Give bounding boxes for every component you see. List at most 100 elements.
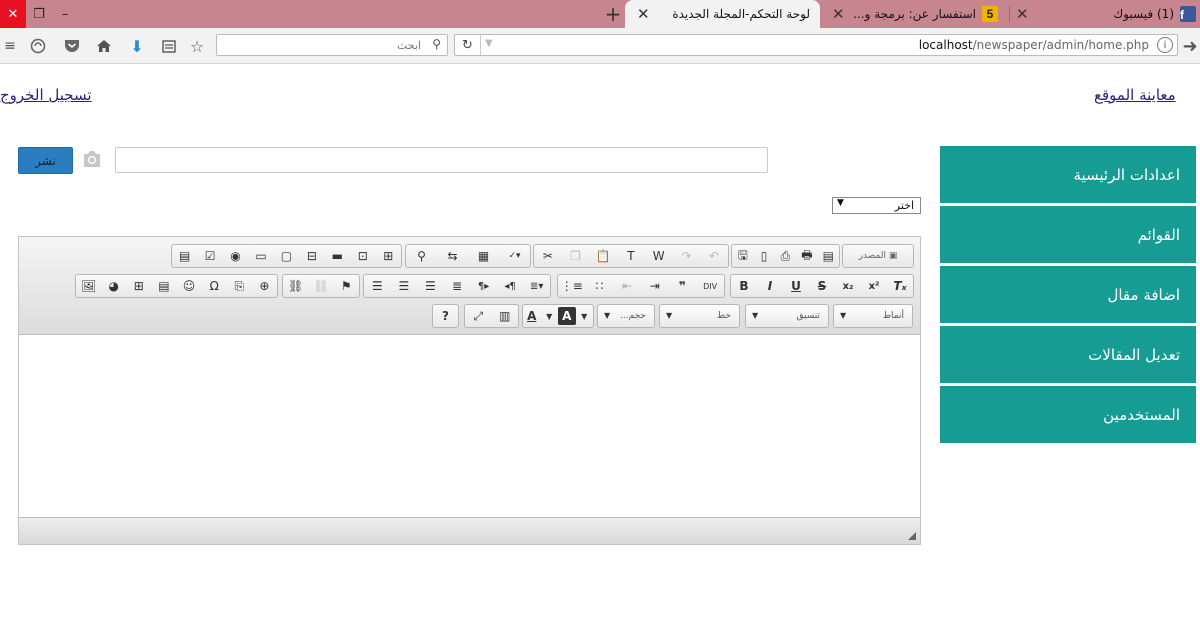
anchor-icon[interactable]: ⚑ (337, 277, 355, 295)
spellcheck-icon[interactable]: ✓▾ (506, 247, 524, 265)
preview-icon[interactable]: ⎙ (776, 247, 794, 265)
maximize-icon[interactable]: ⤢ (469, 307, 487, 325)
replace-icon[interactable]: ⇆ (444, 247, 462, 265)
chevron-down-icon[interactable]: ▼ (576, 307, 594, 325)
flash-icon[interactable]: ◕ (105, 277, 123, 295)
editor-content-area[interactable] (19, 335, 920, 517)
category-select[interactable]: اختر ▼ (832, 197, 921, 214)
paste-word-icon[interactable]: W (650, 247, 668, 265)
button-field-icon[interactable]: ▬ (328, 247, 346, 265)
radio-icon[interactable]: ◉ (227, 247, 245, 265)
tab-forum[interactable]: 5 استفسار عن: برمجة و... ✕ (828, 0, 1010, 28)
subscript-icon[interactable]: x₂ (839, 277, 857, 295)
table-icon[interactable]: ⊞ (130, 277, 148, 295)
pocket-icon[interactable] (62, 36, 82, 56)
tab-facebook[interactable]: f (1) فيسبوك ✕ (1012, 0, 1200, 28)
home-icon[interactable] (94, 36, 114, 56)
bookmark-star-icon[interactable]: ☆ (187, 36, 207, 56)
address-bar[interactable]: ↻ ▼ localhost/newspaper/admin/home.php i (454, 34, 1178, 56)
textarea-icon[interactable]: ▢ (277, 247, 295, 265)
remove-format-icon[interactable]: Tₓ (891, 277, 909, 295)
sidebar-item-add-article[interactable]: اضافة مقال (940, 266, 1196, 323)
minimize-window-icon[interactable]: – (54, 0, 76, 28)
ltr-icon[interactable]: ¶▸ (475, 277, 493, 295)
language-icon[interactable]: ≣▾ (528, 277, 546, 295)
form-icon[interactable]: ▤ (176, 247, 194, 265)
select-field-icon[interactable]: ⊟ (303, 247, 321, 265)
cut-icon[interactable]: ✂ (539, 247, 557, 265)
superscript-icon[interactable]: x² (865, 277, 883, 295)
publish-button[interactable]: نشر (18, 147, 73, 174)
underline-icon[interactable]: U (787, 277, 805, 295)
hidden-field-icon[interactable]: ⊞ (379, 247, 397, 265)
align-left-icon[interactable]: ☰ (368, 277, 386, 295)
redo-icon[interactable]: ↷ (677, 247, 695, 265)
article-title-input[interactable] (115, 147, 768, 173)
chevron-down-icon[interactable]: ▼ (485, 38, 493, 49)
image-icon[interactable]: 🖼 (80, 277, 98, 295)
size-combo[interactable]: حجم... ▼ (597, 304, 655, 328)
reading-list-icon[interactable] (159, 36, 179, 56)
reload-icon[interactable]: ↻ (455, 35, 481, 55)
rtl-icon[interactable]: ◂¶ (501, 277, 519, 295)
indent-icon[interactable]: ⇥ (646, 277, 664, 295)
align-right-icon[interactable]: ☰ (421, 277, 439, 295)
preview-site-link[interactable]: معاينة الموقع (1094, 86, 1176, 104)
strikethrough-icon[interactable]: S (813, 277, 831, 295)
print-icon[interactable]: 🖶 (798, 247, 816, 265)
paste-text-icon[interactable]: T (622, 247, 640, 265)
unlink-icon[interactable]: ⛓ (312, 277, 330, 295)
download-icon[interactable]: ⬇ (127, 36, 147, 56)
numbered-list-icon[interactable]: ⋮≡ (561, 277, 583, 295)
font-combo[interactable]: خط ▼ (659, 304, 740, 328)
image-button-icon[interactable]: ⊡ (354, 247, 372, 265)
close-tab-icon[interactable]: ✕ (832, 5, 845, 23)
iframe-icon[interactable]: ⊕ (255, 277, 273, 295)
addon-icon[interactable] (28, 36, 48, 56)
blockquote-icon[interactable]: ❞ (673, 277, 691, 295)
background-color-icon[interactable]: A (558, 307, 576, 325)
info-icon[interactable]: i (1157, 37, 1173, 53)
save-icon[interactable]: 🖫 (734, 247, 752, 265)
select-all-icon[interactable]: ▦ (475, 247, 493, 265)
sidebar-item-edit-articles[interactable]: تعديل المقالات (940, 326, 1196, 383)
italic-icon[interactable]: I (761, 277, 779, 295)
outdent-icon[interactable]: ⇤ (618, 277, 636, 295)
styles-combo[interactable]: أنماط ▼ (833, 304, 913, 328)
close-tab-icon[interactable]: ✕ (637, 5, 650, 23)
search-input[interactable] (217, 35, 447, 55)
div-container-icon[interactable]: DIV (701, 277, 719, 295)
restore-window-icon[interactable]: ❐ (28, 0, 50, 28)
url-text[interactable]: localhost/newspaper/admin/home.php (919, 38, 1149, 52)
smiley-icon[interactable]: ☺ (180, 277, 198, 295)
new-tab-button[interactable]: + (604, 3, 622, 25)
sidebar-item-users[interactable]: المستخدمين (940, 386, 1196, 443)
chevron-down-icon[interactable]: ▼ (541, 307, 559, 325)
special-char-icon[interactable]: Ω (205, 277, 223, 295)
templates-icon[interactable]: ▤ (819, 247, 837, 265)
logout-link[interactable]: تسجيل الخروج (0, 86, 92, 104)
link-icon[interactable]: ⛓ (287, 277, 305, 295)
new-page-icon[interactable]: ▯ (755, 247, 773, 265)
back-arrow-icon[interactable]: ➜ (1180, 36, 1200, 57)
copy-icon[interactable]: ❐ (567, 247, 585, 265)
horizontal-rule-icon[interactable]: ▤ (155, 277, 173, 295)
tab-admin-home[interactable]: لوحة التحكم-المجلة الجديدة ✕ (625, 0, 820, 28)
search-box[interactable]: ⚲ (216, 34, 448, 56)
menu-icon[interactable]: ≡ (0, 36, 20, 56)
text-color-icon[interactable]: A (523, 307, 541, 325)
page-break-icon[interactable]: ⎘ (230, 277, 248, 295)
align-center-icon[interactable]: ☰ (395, 277, 413, 295)
help-icon[interactable]: ? (437, 307, 455, 325)
textfield-icon[interactable]: ▭ (252, 247, 270, 265)
sidebar-item-home-settings[interactable]: اعدادات الرئيسية (940, 146, 1196, 203)
source-button[interactable]: المصدر ▣ (859, 247, 898, 265)
bold-icon[interactable]: B (735, 277, 753, 295)
paste-icon[interactable]: 📋 (594, 247, 612, 265)
sidebar-item-menus[interactable]: القوائم (940, 206, 1196, 263)
justify-icon[interactable]: ≣ (448, 277, 466, 295)
format-combo[interactable]: تنسيق ▼ (745, 304, 829, 328)
checkbox-icon[interactable]: ☑ (201, 247, 219, 265)
close-window-icon[interactable]: ✕ (0, 0, 26, 28)
bulleted-list-icon[interactable]: ∷ (590, 277, 608, 295)
